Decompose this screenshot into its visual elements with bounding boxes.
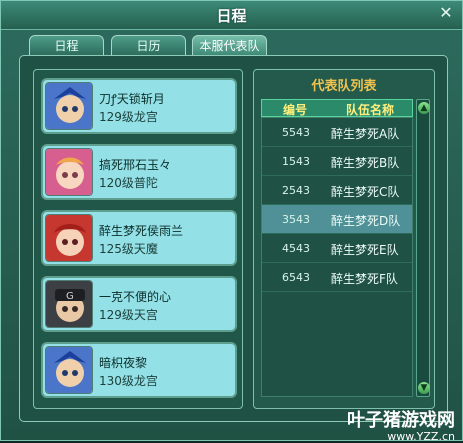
team-code: 4543 bbox=[282, 242, 310, 255]
avatar bbox=[45, 214, 93, 262]
member-card[interactable]: 醉生梦死侯雨兰 125级天魔 bbox=[41, 210, 237, 266]
team-name: 醉生梦死C队 bbox=[331, 185, 400, 199]
team-name: 醉生梦死E队 bbox=[331, 243, 399, 257]
tab-schedule[interactable]: 日程 bbox=[29, 35, 104, 55]
member-level: 130级龙宫 bbox=[99, 374, 158, 388]
member-card[interactable]: 刀ꝭ天锁斩月 129级龙宫 bbox=[41, 78, 237, 134]
member-card[interactable]: G 一克不便的心 129级天宫 bbox=[41, 276, 237, 332]
table-row[interactable]: 4543 醉生梦死E队 bbox=[262, 234, 412, 263]
table-row[interactable]: 6543 醉生梦死F队 bbox=[262, 263, 412, 292]
avatar: G bbox=[45, 280, 93, 328]
member-level: 120级普陀 bbox=[99, 176, 158, 190]
team-code: 6543 bbox=[282, 271, 310, 284]
team-code: 2543 bbox=[282, 184, 310, 197]
member-name: 一克不便的心 bbox=[99, 290, 172, 304]
schedule-window: 日程 ✕ 日程 日历 本服代表队 刀ꝭ天锁斩月 129级龙宫 搞死邢石玉々 12… bbox=[0, 0, 463, 443]
watermark-text: 叶子猪游戏网 bbox=[347, 410, 455, 431]
team-name: 醉生梦死F队 bbox=[331, 272, 398, 286]
team-code: 3543 bbox=[282, 213, 310, 226]
close-icon[interactable]: ✕ bbox=[438, 5, 454, 21]
table-row[interactable]: 2543 醉生梦死C队 bbox=[262, 176, 412, 205]
tab-server-team[interactable]: 本服代表队 bbox=[192, 35, 267, 55]
table-header: 编号 队伍名称 bbox=[261, 99, 413, 117]
watermark-url: www.YZZ.cn bbox=[387, 430, 455, 443]
tab-calendar[interactable]: 日历 bbox=[111, 35, 186, 55]
member-level: 129级龙宫 bbox=[99, 110, 158, 124]
team-name: 醉生梦死B队 bbox=[331, 156, 400, 170]
team-list-title: 代表队列表 bbox=[311, 79, 377, 94]
member-card[interactable]: 搞死邢石玉々 120级普陀 bbox=[41, 144, 237, 200]
avatar bbox=[45, 346, 93, 394]
member-name: 搞死邢石玉々 bbox=[99, 158, 172, 172]
title-bar[interactable]: 日程 ✕ bbox=[1, 1, 462, 30]
member-list: 刀ꝭ天锁斩月 129级龙宫 搞死邢石玉々 120级普陀 醉生梦死侯雨兰 125级… bbox=[33, 69, 243, 409]
scroll-up-icon[interactable]: ▲ bbox=[418, 102, 430, 114]
team-name: 醉生梦死A队 bbox=[331, 127, 400, 141]
header-team-name: 队伍名称 bbox=[346, 103, 395, 117]
member-name: 刀ꝭ天锁斩月 bbox=[99, 92, 165, 106]
team-table-body: 5543 醉生梦死A队 1543 醉生梦死B队 2543 醉生梦死C队 3543… bbox=[261, 117, 413, 397]
member-level: 129级天宫 bbox=[99, 308, 158, 322]
window-title: 日程 bbox=[216, 7, 247, 25]
main-content: 刀ꝭ天锁斩月 129级龙宫 搞死邢石玉々 120级普陀 醉生梦死侯雨兰 125级… bbox=[19, 55, 448, 422]
member-card[interactable]: 暗枳夜黎 130级龙宫 bbox=[41, 342, 237, 398]
member-name: 暗枳夜黎 bbox=[99, 356, 148, 370]
avatar bbox=[45, 82, 93, 130]
header-code: 编号 bbox=[283, 103, 308, 117]
table-row[interactable]: 5543 醉生梦死A队 bbox=[262, 118, 412, 147]
avatar bbox=[45, 148, 93, 196]
table-row[interactable]: 1543 醉生梦死B队 bbox=[262, 147, 412, 176]
svg-text:G: G bbox=[66, 291, 74, 302]
member-name: 醉生梦死侯雨兰 bbox=[99, 224, 184, 238]
table-row[interactable]: 3543 醉生梦死D队 bbox=[262, 205, 412, 234]
watermark: 叶子猪游戏网 www.YZZ.cn bbox=[347, 406, 455, 443]
team-code: 5543 bbox=[282, 126, 310, 139]
member-level: 125级天魔 bbox=[99, 242, 158, 256]
scroll-down-icon[interactable]: ▼ bbox=[418, 382, 430, 394]
team-code: 1543 bbox=[282, 155, 310, 168]
team-list-panel: 代表队列表 编号 队伍名称 5543 醉生梦死A队 1543 醉生梦死B队 25… bbox=[253, 69, 435, 409]
team-name: 醉生梦死D队 bbox=[331, 214, 401, 228]
team-list-scrollbar[interactable]: ▲ ▼ bbox=[416, 99, 430, 397]
